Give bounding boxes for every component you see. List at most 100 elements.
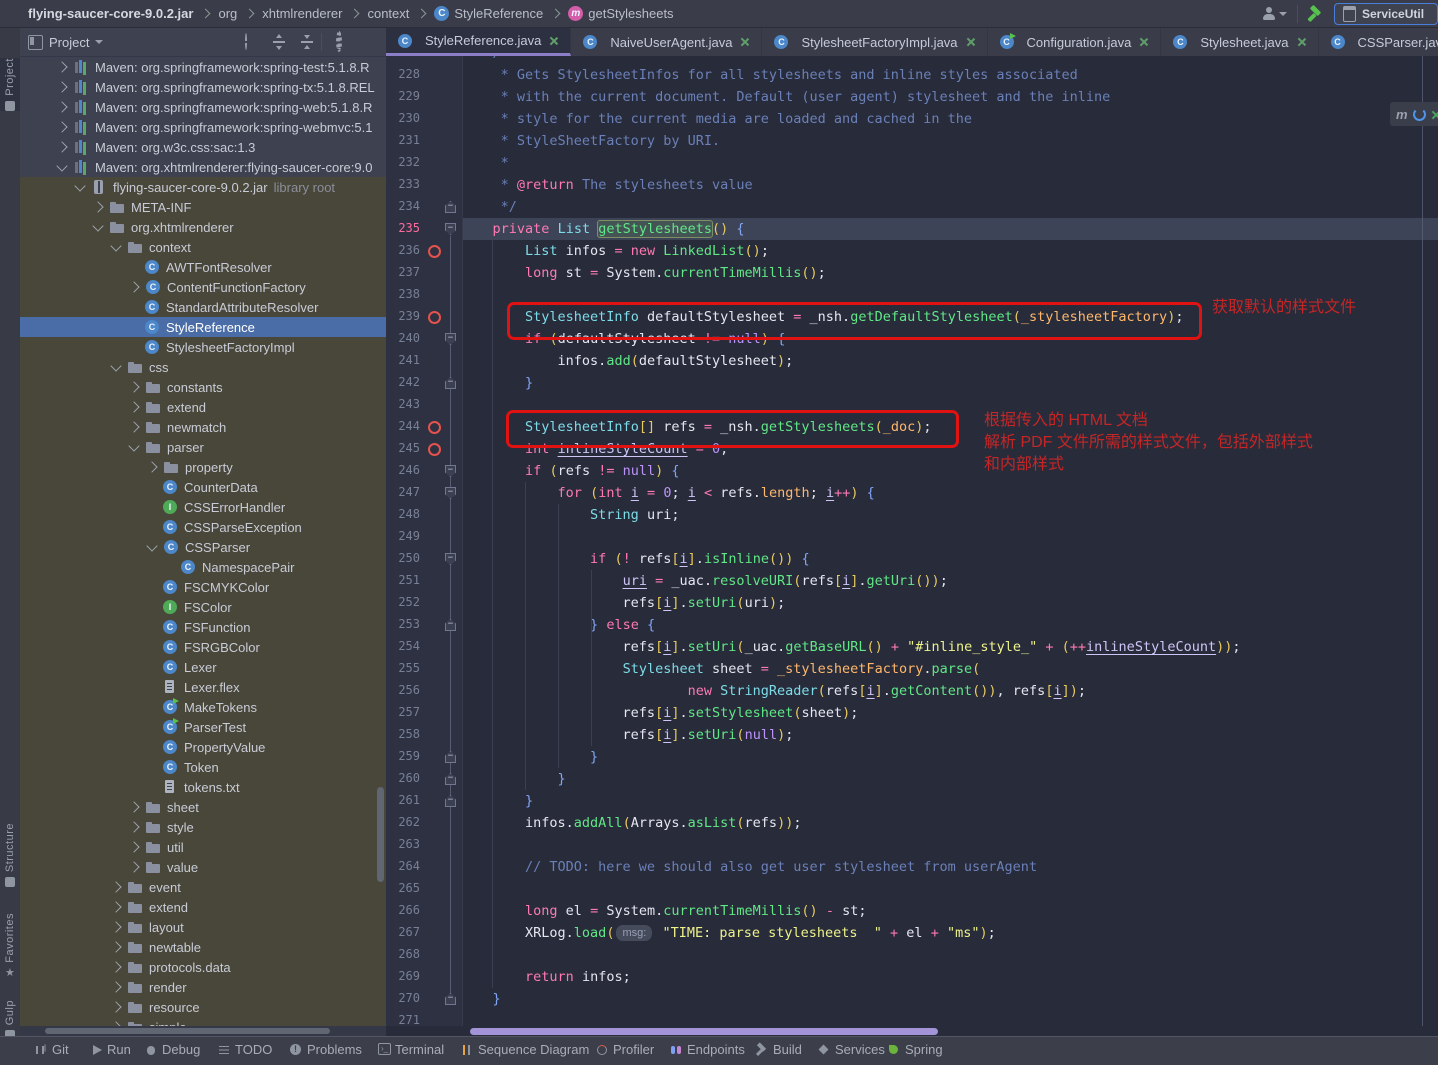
tree-item-css[interactable]: css <box>20 357 386 377</box>
breadcrumb-item[interactable]: org <box>218 6 237 21</box>
code-line-241[interactable]: infos.add(defaultStylesheet); <box>460 350 793 372</box>
tree-item-lexer[interactable]: CLexer <box>20 657 386 677</box>
code-line-247[interactable]: for (int i = 0; i < refs.length; i++) { <box>460 482 875 504</box>
breakpoint-ring-icon[interactable] <box>428 245 441 258</box>
code-line-229[interactable]: * with the current document. Default (us… <box>460 86 1110 108</box>
code-line-236[interactable]: List infos = new LinkedList(); <box>460 240 769 262</box>
editor-hscrollbar[interactable] <box>386 1026 1438 1036</box>
code-editor[interactable]: 227228229230231232233234−235−23623723823… <box>386 56 1438 1026</box>
code-line-227[interactable]: /** <box>460 56 517 64</box>
tree-item-lexer-flex[interactable]: Lexer.flex <box>20 677 386 697</box>
chevron-right-icon[interactable] <box>128 381 139 392</box>
tree-item-csserrorhandler[interactable]: ICSSErrorHandler <box>20 497 386 517</box>
tab-cssparser-java[interactable]: CCSSParser.java <box>1319 28 1438 56</box>
close-icon[interactable] <box>740 37 750 47</box>
statusbar-sequence-diagram[interactable]: Sequence Diagram <box>461 1042 589 1057</box>
tool-strip-structure[interactable]: Structure <box>0 823 20 887</box>
tree-item-newmatch[interactable]: newmatch <box>20 417 386 437</box>
breadcrumb-item[interactable]: xhtmlrenderer <box>262 6 342 21</box>
tool-strip-favorites[interactable]: Favorites★ <box>0 913 20 978</box>
chevron-right-icon[interactable] <box>56 141 67 152</box>
code-line-258[interactable]: refs[i].setUri(null); <box>460 724 793 746</box>
tree-item-token[interactable]: CToken <box>20 757 386 777</box>
chevron-right-icon[interactable] <box>110 901 121 912</box>
fold-expanded-icon[interactable]: − <box>445 223 456 235</box>
project-tree-hscrollbar[interactable] <box>20 1026 386 1036</box>
tree-item-meta-inf[interactable]: META-INF <box>20 197 386 217</box>
chevron-right-icon[interactable] <box>56 61 67 72</box>
code-line-233[interactable]: * @return The stylesheets value <box>460 174 753 196</box>
chevron-right-icon[interactable] <box>56 81 67 92</box>
hide-panel-button[interactable] <box>362 34 378 50</box>
tree-item-maketokens[interactable]: CMakeTokens <box>20 697 386 717</box>
code-line-262[interactable]: infos.addAll(Arrays.asList(refs)); <box>460 812 801 834</box>
code-line-257[interactable]: refs[i].setStylesheet(sheet); <box>460 702 858 724</box>
tree-item-fsfunction[interactable]: CFSFunction <box>20 617 386 637</box>
chevron-right-icon[interactable] <box>128 841 139 852</box>
breakpoint-ring-icon[interactable] <box>428 421 441 434</box>
breakpoint-ring-icon[interactable] <box>428 311 441 324</box>
code-line-255[interactable]: Stylesheet sheet = _stylesheetFactory.pa… <box>460 658 980 680</box>
tree-item-style[interactable]: style <box>20 817 386 837</box>
tab-stylesheet-java[interactable]: CStylesheet.java <box>1161 28 1318 56</box>
chevron-down-icon[interactable] <box>146 540 157 551</box>
breakpoint-ring-icon[interactable] <box>428 443 441 456</box>
code-line-260[interactable]: } <box>460 768 566 790</box>
chevron-right-icon[interactable] <box>128 861 139 872</box>
code-line-231[interactable]: * StyleSheetFactory by URI. <box>460 130 720 152</box>
tree-item-resource[interactable]: resource <box>20 997 386 1017</box>
tab-stylesheetfactoryimpl-java[interactable]: CStylesheetFactoryImpl.java <box>762 28 987 56</box>
collapse-all-button[interactable] <box>299 34 315 50</box>
code-line-250[interactable]: if (! refs[i].isInline()) { <box>460 548 810 570</box>
tree-item-maven-org-springframework-spring-test-5-[interactable]: Maven: org.springframework:spring-test:5… <box>20 57 386 77</box>
tree-item-standardattributeresolver[interactable]: CStandardAttributeResolver <box>20 297 386 317</box>
chevron-right-icon[interactable] <box>92 201 103 212</box>
tree-item-maven-org-springframework-spring-webmvc-[interactable]: Maven: org.springframework:spring-webmvc… <box>20 117 386 137</box>
code-line-270[interactable]: } <box>460 988 501 1010</box>
tree-item-flying-saucer-core-9-0-2-jar[interactable]: flying-saucer-core-9.0.2.jarlibrary root <box>20 177 386 197</box>
tool-strip-project[interactable]: Project <box>0 58 20 111</box>
fold-end-icon[interactable]: − <box>445 993 456 1005</box>
breadcrumb-item[interactable]: CStyleReference <box>434 6 543 21</box>
code-line-259[interactable]: } <box>460 746 598 768</box>
chevron-down-icon[interactable] <box>56 160 67 171</box>
tree-item-contentfunctionfactory[interactable]: CContentFunctionFactory <box>20 277 386 297</box>
project-panel-title[interactable]: Project <box>49 35 89 50</box>
chevron-right-icon[interactable] <box>128 401 139 412</box>
code-line-266[interactable]: long el = System.currentTimeMillis() - s… <box>460 900 866 922</box>
locate-file-button[interactable] <box>243 34 259 50</box>
chevron-down-icon[interactable] <box>110 240 121 251</box>
statusbar-problems[interactable]: Problems <box>290 1042 362 1057</box>
code-line-251[interactable]: uri = _uac.resolveURI(refs[i].getUri()); <box>460 570 948 592</box>
tab-configuration-java[interactable]: CConfiguration.java <box>988 28 1162 56</box>
tree-item-maven-org-springframework-spring-web-5-1[interactable]: Maven: org.springframework:spring-web:5.… <box>20 97 386 117</box>
code-line-228[interactable]: * Gets StylesheetInfos for all styleshee… <box>460 64 1078 86</box>
fold-end-icon[interactable]: − <box>445 751 456 763</box>
tree-item-newtable[interactable]: newtable <box>20 937 386 957</box>
tree-item-sheet[interactable]: sheet <box>20 797 386 817</box>
scrollbar-thumb[interactable] <box>470 1028 938 1035</box>
chevron-right-icon[interactable] <box>110 961 121 972</box>
chevron-down-icon[interactable] <box>110 360 121 371</box>
chevron-right-icon[interactable] <box>128 821 139 832</box>
tab-naiveuseragent-java[interactable]: CNaiveUserAgent.java <box>571 28 762 56</box>
project-tree-vscrollbar[interactable] <box>377 787 384 882</box>
user-menu[interactable] <box>1262 7 1287 21</box>
statusbar-endpoints[interactable]: Endpoints <box>670 1042 745 1057</box>
tree-item-cssparser[interactable]: CCSSParser <box>20 537 386 557</box>
close-icon[interactable] <box>1297 37 1307 47</box>
chevron-down-icon[interactable] <box>95 40 103 44</box>
close-icon[interactable] <box>1139 37 1149 47</box>
close-icon[interactable] <box>549 36 559 46</box>
scrollbar-thumb[interactable] <box>45 1028 330 1034</box>
tree-item-stylereference[interactable]: CStyleReference <box>20 317 386 337</box>
close-icon[interactable] <box>966 37 976 47</box>
tree-item-counterdata[interactable]: CCounterData <box>20 477 386 497</box>
statusbar-run[interactable]: Run <box>90 1042 131 1057</box>
fold-expanded-icon[interactable]: − <box>445 553 456 565</box>
tree-item-maven-org-springframework-spring-tx-5-1-[interactable]: Maven: org.springframework:spring-tx:5.1… <box>20 77 386 97</box>
chevron-right-icon[interactable] <box>110 1001 121 1012</box>
code-line-242[interactable]: } <box>460 372 533 394</box>
tree-item-namespacepair[interactable]: CNamespacePair <box>20 557 386 577</box>
expand-all-button[interactable] <box>271 34 287 50</box>
